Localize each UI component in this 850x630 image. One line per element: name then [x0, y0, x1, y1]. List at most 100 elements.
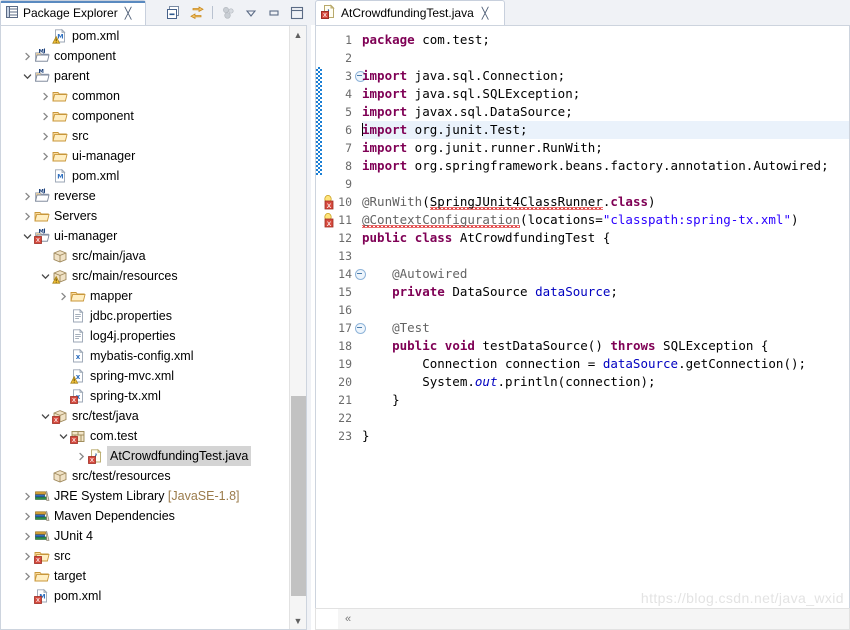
- source-code[interactable]: package com.test; import java.sql.Connect…: [362, 26, 849, 608]
- line-number: 23: [338, 429, 352, 443]
- line-number: 13: [338, 249, 352, 263]
- maven-pom-warning-icon: M: [51, 27, 69, 45]
- code-line[interactable]: System.out.println(connection);: [362, 373, 655, 391]
- svg-text:M: M: [57, 173, 63, 181]
- code-line[interactable]: }: [362, 391, 400, 409]
- file-icon: [69, 307, 87, 325]
- tree-item[interactable]: x spring-mvc.xml: [1, 366, 289, 386]
- code-line[interactable]: import java.sql.SQLException;: [362, 85, 580, 103]
- tree-item[interactable]: Mx pom.xml: [1, 586, 289, 606]
- tree-item[interactable]: x x spring-tx.xml: [1, 386, 289, 406]
- view-menu-focus-icon[interactable]: [220, 5, 236, 21]
- chevron-right-icon[interactable]: [75, 446, 87, 466]
- scrollbar-thumb[interactable]: [291, 396, 306, 596]
- close-icon[interactable]: ╳: [482, 7, 489, 20]
- tree-item[interactable]: Mpom.xml: [1, 26, 289, 46]
- svg-text:x: x: [327, 219, 332, 228]
- code-line[interactable]: }: [362, 427, 370, 445]
- tree-item[interactable]: log4j.properties: [1, 326, 289, 346]
- tree-item[interactable]: jdbc.properties: [1, 306, 289, 326]
- tree-item[interactable]: x src: [1, 546, 289, 566]
- tree-item[interactable]: Maven Dependencies: [1, 506, 289, 526]
- editor-tabbar: x AtCrowdfundingTest.java ╳: [311, 0, 850, 25]
- collapse-all-icon[interactable]: [166, 5, 182, 21]
- tree-item[interactable]: src/main/java: [1, 246, 289, 266]
- code-line[interactable]: package com.test;: [362, 31, 490, 49]
- maximize-icon[interactable]: [289, 5, 305, 21]
- tree-item[interactable]: JUnit 4: [1, 526, 289, 546]
- chevron-right-icon[interactable]: [21, 566, 33, 586]
- code-line[interactable]: @Autowired: [362, 265, 467, 283]
- code-line[interactable]: import javax.sql.DataSource;: [362, 103, 573, 121]
- project-tree[interactable]: Mpom.xml M Jcomponent Mparent common componen…: [1, 26, 289, 629]
- chevron-right-icon[interactable]: [21, 486, 33, 506]
- chevron-down-icon[interactable]: [39, 406, 51, 426]
- chevron-right-icon[interactable]: [21, 206, 33, 226]
- tree-vertical-scrollbar[interactable]: ▲ ▼: [289, 26, 306, 629]
- code-line[interactable]: Connection connection = dataSource.getCo…: [362, 355, 806, 373]
- tree-item[interactable]: Mpom.xml: [1, 166, 289, 186]
- tree-item-selected[interactable]: x AtCrowdfundingTest.java: [1, 446, 289, 466]
- error-marker-icon[interactable]: x: [323, 212, 341, 228]
- minimize-icon[interactable]: [266, 5, 282, 21]
- chevron-right-icon[interactable]: [21, 46, 33, 66]
- chevron-right-icon[interactable]: [21, 506, 33, 526]
- tree-item[interactable]: JRE System Library [JavaSE-1.8]: [1, 486, 289, 506]
- code-line[interactable]: import java.sql.Connection;: [362, 67, 565, 85]
- error-marker-icon[interactable]: x: [323, 194, 341, 210]
- tree-item-label: mapper: [90, 289, 133, 303]
- scroll-down-arrow[interactable]: ▼: [290, 612, 306, 629]
- tree-item[interactable]: x mybatis-config.xml: [1, 346, 289, 366]
- chevron-right-icon[interactable]: [39, 86, 51, 106]
- editor-horizontal-scrollbar[interactable]: «: [315, 608, 850, 630]
- tree-item[interactable]: x com.test: [1, 426, 289, 446]
- code-line[interactable]: public class AtCrowdfundingTest {: [362, 229, 610, 247]
- code-line[interactable]: import org.junit.Test;: [362, 121, 528, 139]
- chevron-right-icon[interactable]: [21, 546, 33, 566]
- view-menu-icon[interactable]: [243, 5, 259, 21]
- tree-item[interactable]: component: [1, 106, 289, 126]
- package-explorer-icon: [5, 5, 19, 22]
- code-line[interactable]: import org.junit.runner.RunWith;: [362, 139, 603, 157]
- code-line[interactable]: public void testDataSource() throws SQLE…: [362, 337, 768, 355]
- chevron-down-icon[interactable]: [21, 66, 33, 86]
- svg-text:x: x: [327, 201, 332, 210]
- chevron-right-icon[interactable]: [21, 526, 33, 546]
- tree-item[interactable]: M Jcomponent: [1, 46, 289, 66]
- code-line[interactable]: private DataSource dataSource;: [362, 283, 618, 301]
- scroll-left-arrow[interactable]: «: [340, 609, 356, 629]
- line-number-gutter[interactable]: 1 2 3 4 5 6 7 8 9 10 x 11 x 12 13 14 15 16 17 18 19 20 21 22 23: [322, 26, 366, 608]
- tree-item[interactable]: M Jreverse: [1, 186, 289, 206]
- chevron-right-icon[interactable]: [39, 106, 51, 126]
- tree-item[interactable]: Mparent: [1, 66, 289, 86]
- tree-item[interactable]: x src/test/java: [1, 406, 289, 426]
- chevron-right-icon[interactable]: [39, 146, 51, 166]
- scroll-up-arrow[interactable]: ▲: [290, 26, 306, 43]
- tree-item[interactable]: mapper: [1, 286, 289, 306]
- chevron-right-icon[interactable]: [57, 286, 69, 306]
- tree-item[interactable]: common: [1, 86, 289, 106]
- chevron-down-icon[interactable]: [39, 266, 51, 286]
- tree-item[interactable]: Servers: [1, 206, 289, 226]
- tree-item[interactable]: src: [1, 126, 289, 146]
- code-editor[interactable]: 1 2 3 4 5 6 7 8 9 10 x 11 x 12 13 14 15 16 17 18 19 20 21 22 23 …: [315, 25, 850, 608]
- tree-item[interactable]: target: [1, 566, 289, 586]
- close-icon[interactable]: ╳: [125, 7, 132, 20]
- code-line[interactable]: import org.springframework.beans.factory…: [362, 157, 829, 175]
- chevron-right-icon[interactable]: [21, 186, 33, 206]
- chevron-right-icon[interactable]: [39, 126, 51, 146]
- tree-item[interactable]: src/test/resources: [1, 466, 289, 486]
- tab-package-explorer[interactable]: Package Explorer ╳: [0, 0, 146, 25]
- code-line[interactable]: @ContextConfiguration(locations="classpa…: [362, 211, 799, 229]
- tree-item[interactable]: M Jx ui-manager: [1, 226, 289, 246]
- tree-item[interactable]: src/main/resources: [1, 266, 289, 286]
- tab-atcrowdfundingtest-java[interactable]: x AtCrowdfundingTest.java ╳: [315, 0, 505, 25]
- code-line[interactable]: @RunWith(SpringJUnit4ClassRunner.class): [362, 193, 656, 211]
- chevron-down-icon[interactable]: [21, 226, 33, 246]
- chevron-down-icon[interactable]: [57, 426, 69, 446]
- link-with-editor-icon[interactable]: [189, 5, 205, 21]
- code-line[interactable]: @Test: [362, 319, 430, 337]
- tree-item[interactable]: ui-manager: [1, 146, 289, 166]
